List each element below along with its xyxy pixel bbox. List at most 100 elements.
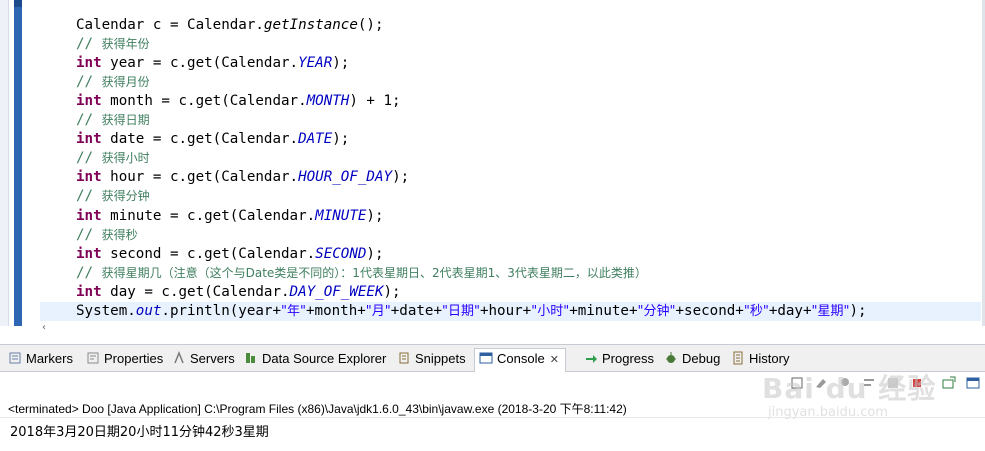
code-token: 获得日期 <box>101 113 150 128</box>
editor-horizontal-scrollbar[interactable] <box>24 326 981 338</box>
bottom-panel: Markers Properties Servers Data Source Expl… <box>0 344 985 451</box>
code-token: ); <box>849 302 867 319</box>
code-token: int <box>76 283 102 300</box>
code-line[interactable]: int year = c.get(Calendar.YEAR); <box>40 54 981 73</box>
open-console-icon[interactable] <box>941 375 957 391</box>
code-token: +month+ <box>305 302 366 319</box>
code-token: 获得星期几（注意（这个与Date类是不同的）：1代表星期日、2代表星期1、3代表… <box>101 265 647 280</box>
progress-icon <box>586 355 597 363</box>
code-token: // <box>76 188 102 205</box>
code-line[interactable]: int second = c.get(Calendar.SECOND); <box>40 245 981 264</box>
code-token: int <box>76 169 102 186</box>
tab-label: Console <box>497 351 545 366</box>
code-token: "小时" <box>531 303 570 319</box>
code-token: date = c.get(Calendar. <box>101 131 299 148</box>
snippets-icon <box>399 352 409 364</box>
code-line[interactable]: int day = c.get(Calendar.DAY_OF_WEEK); <box>40 283 981 302</box>
code-token: // <box>76 74 102 91</box>
code-token: MONTH <box>306 93 350 110</box>
editor-left-ruler <box>0 0 9 326</box>
console-icon <box>479 352 493 364</box>
code-line[interactable]: // 获得日期 <box>40 111 981 130</box>
tab-data-source-explorer[interactable]: Data Source Explorer <box>244 349 386 369</box>
tab-history[interactable]: History <box>731 349 789 369</box>
code-line-current[interactable]: System.out.println(year+"年"+month+"月"+da… <box>40 301 981 321</box>
properties-icon <box>87 352 99 364</box>
code-token: // <box>76 36 102 53</box>
code-token: 获得小时 <box>101 151 150 166</box>
watermark-logo: Bai du 经验 <box>762 372 937 405</box>
tab-debug[interactable]: Debug <box>664 349 720 369</box>
code-token: 获得年份 <box>101 37 150 52</box>
tab-label: Snippets <box>415 351 466 366</box>
code-token: day = c.get(Calendar. <box>101 283 290 300</box>
code-token: // <box>76 226 102 243</box>
code-line[interactable]: Calendar c = Calendar.getInstance(); <box>40 16 981 35</box>
tab-label: Progress <box>602 351 655 366</box>
history-icon <box>733 351 743 365</box>
code-token: "年" <box>281 303 306 319</box>
display-console-icon[interactable] <box>965 375 981 391</box>
code-token: DAY_OF_WEEK <box>289 283 384 300</box>
code-token: 获得月份 <box>101 75 150 90</box>
code-token: int <box>76 207 102 224</box>
code-token: "秒" <box>743 303 769 319</box>
code-token: +minute+ <box>569 302 638 319</box>
code-token: int <box>76 93 102 110</box>
tab-properties[interactable]: Properties <box>86 349 163 369</box>
tab-markers[interactable]: Markers <box>8 349 73 369</box>
console-process-label: <terminated> Doo [Java Application] C:\P… <box>8 402 627 416</box>
code-token: ); <box>366 245 384 262</box>
tab-servers[interactable]: Servers <box>172 349 235 369</box>
code-line[interactable]: int minute = c.get(Calendar.MINUTE); <box>40 207 981 226</box>
code-token: ); <box>332 131 350 148</box>
code-line[interactable]: // 获得分钟 <box>40 187 981 206</box>
console-divider <box>0 417 985 418</box>
code-line[interactable]: // 获得年份 <box>40 35 981 54</box>
database-icon <box>246 353 255 363</box>
code-token: ); <box>332 55 350 72</box>
code-token: second = c.get(Calendar. <box>101 245 316 262</box>
code-line[interactable]: // 获得星期几（注意（这个与Date类是不同的）：1代表星期日、2代表星期1、… <box>40 264 981 283</box>
code-token: ); <box>392 169 410 186</box>
code-token: "星期" <box>811 303 850 319</box>
code-token: (); <box>357 17 384 33</box>
code-token: int <box>76 131 102 148</box>
code-line[interactable]: // 获得月份 <box>40 73 981 92</box>
code-token: "分钟" <box>637 303 676 319</box>
code-line[interactable]: // 获得小时 <box>40 149 981 168</box>
code-token: int <box>76 245 102 262</box>
console-output-text[interactable]: 2018年3月20日期20小时11分钟42秒3星期 <box>10 421 269 440</box>
code-token: .println(year+ <box>161 302 282 319</box>
quick-diff-change-bar <box>14 0 22 326</box>
tab-progress[interactable]: Progress <box>584 349 654 369</box>
change-bar-marker <box>14 0 22 7</box>
code-line[interactable]: int hour = c.get(Calendar.HOUR_OF_DAY); <box>40 168 981 187</box>
tab-label: Markers <box>26 351 73 366</box>
code-token: getInstance <box>263 17 358 33</box>
markers-icon <box>9 352 21 364</box>
code-token: 获得分钟 <box>101 189 150 204</box>
code-token: out <box>135 302 162 319</box>
code-line[interactable]: int month = c.get(Calendar.MONTH) + 1; <box>40 92 981 111</box>
code-line[interactable]: // 获得秒 <box>40 226 981 245</box>
code-token: YEAR <box>298 55 333 72</box>
code-editor[interactable]: Calendar c = Calendar.getInstance();// 获… <box>0 0 985 326</box>
code-token: System. <box>76 302 136 319</box>
close-tab-icon[interactable]: ✕ <box>550 354 559 366</box>
code-token: Calendar c = Calendar. <box>76 17 264 33</box>
code-token: DATE <box>298 131 333 148</box>
code-token: // <box>76 112 102 129</box>
code-token: ) + 1; <box>349 93 401 110</box>
debug-icon <box>666 352 676 363</box>
code-token: "月" <box>365 303 391 319</box>
code-token: year = c.get(Calendar. <box>101 55 299 72</box>
code-line[interactable]: int date = c.get(Calendar.DATE); <box>40 130 981 149</box>
tab-label: History <box>749 351 790 366</box>
code-token: ); <box>366 207 384 224</box>
code-token: // <box>76 264 102 281</box>
tab-console[interactable]: Console ✕ <box>474 348 566 372</box>
scroll-left-arrow-icon[interactable]: ‹ <box>42 322 46 333</box>
code-token: int <box>76 55 102 72</box>
tab-snippets[interactable]: Snippets <box>397 349 466 369</box>
